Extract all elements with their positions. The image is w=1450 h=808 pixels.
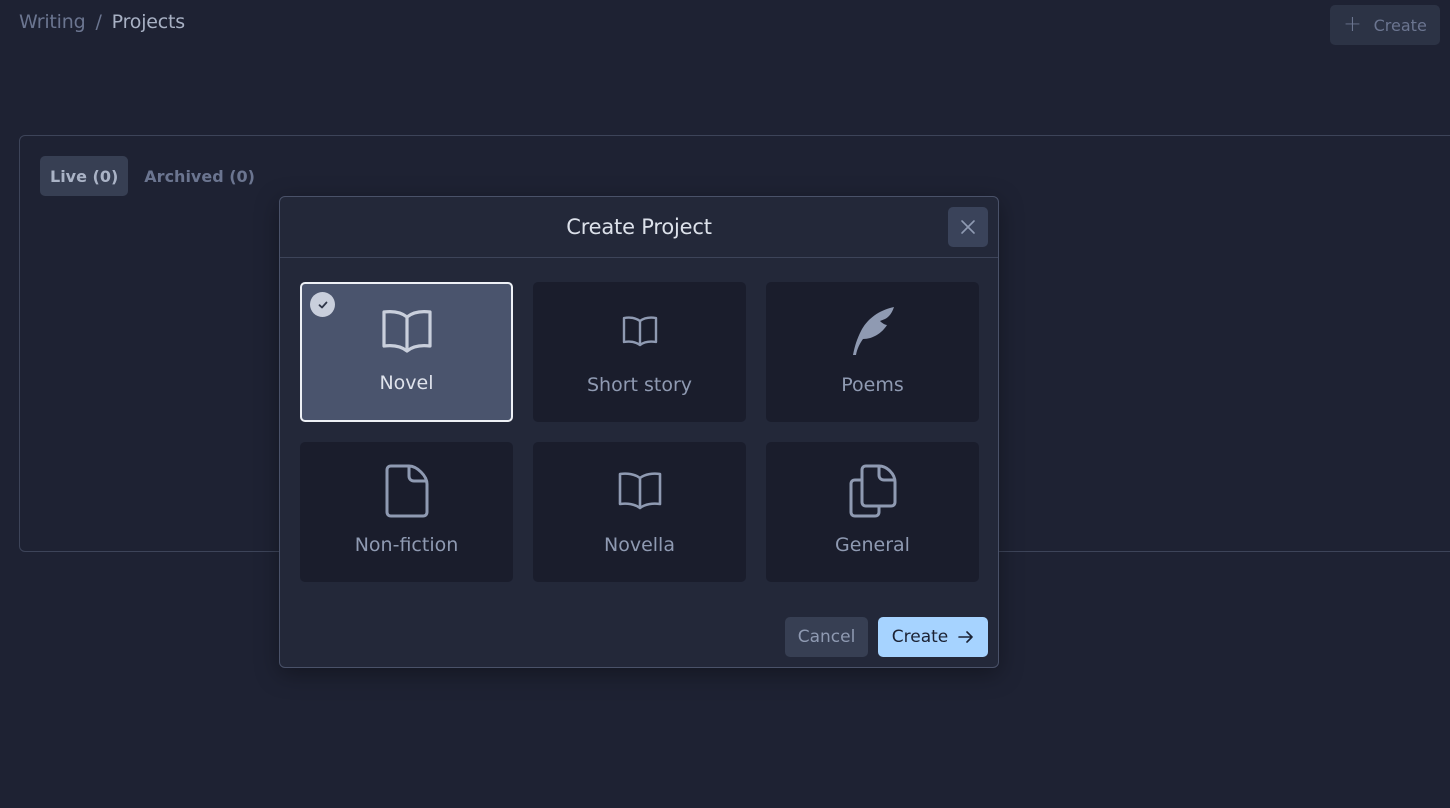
dialog-footer: Cancel Create [785,617,988,657]
feather-icon [852,307,894,355]
create-button-label: Create [891,627,949,647]
project-type-non-fiction[interactable]: Non-fiction [300,442,513,582]
document-icon [385,464,428,518]
book-open-icon [618,472,661,510]
close-icon [961,220,975,234]
project-type-general[interactable]: General [766,442,979,582]
project-type-label: Short story [586,374,693,396]
project-type-novel[interactable]: Novel [300,282,513,422]
project-type-label: Poems [841,374,904,396]
project-type-novella[interactable]: Novella [533,442,746,582]
project-type-grid: Novel Short story Poems Non-fiction Nove… [300,282,979,582]
create-project-dialog: Create Project Novel Short story Poems N… [279,196,999,668]
book-open-small-icon [622,316,657,347]
project-type-label: Novel [379,372,434,394]
close-button[interactable] [948,207,988,247]
arrow-right-icon [958,631,974,643]
book-open-icon [381,310,432,353]
modal-overlay: Create Project Novel Short story Poems N… [0,0,1450,808]
cancel-button[interactable]: Cancel [785,617,868,657]
project-type-label: Non-fiction [354,534,459,556]
selected-check-badge [310,292,335,317]
check-icon [318,301,327,308]
project-type-poems[interactable]: Poems [766,282,979,422]
project-type-short-story[interactable]: Short story [533,282,746,422]
dialog-header: Create Project [280,197,998,258]
dialog-title: Create Project [566,215,712,239]
create-button[interactable]: Create [878,617,988,657]
project-type-label: General [835,534,910,556]
project-type-label: Novella [604,534,675,556]
documents-icon [849,464,896,518]
